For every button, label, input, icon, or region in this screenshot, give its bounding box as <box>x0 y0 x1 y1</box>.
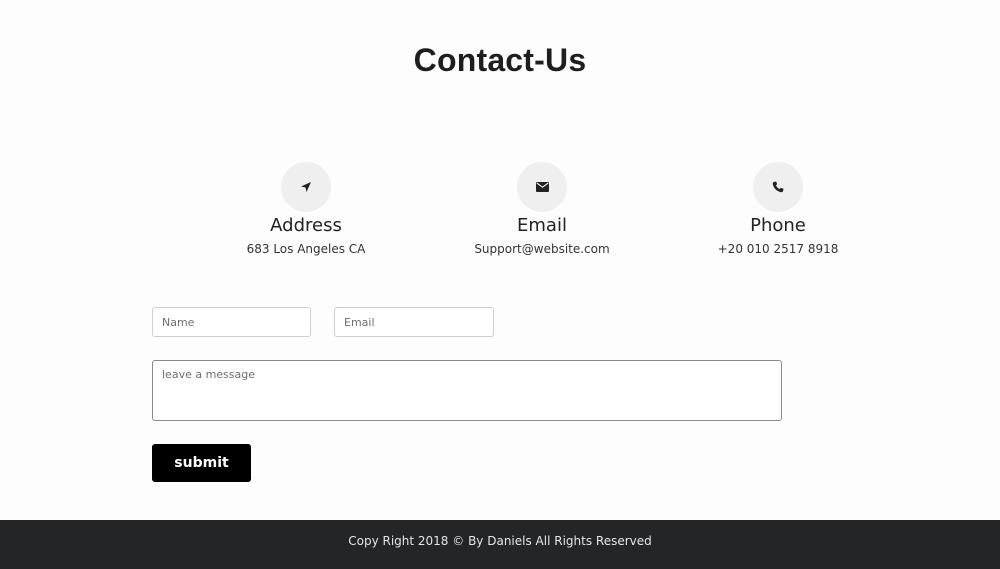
envelope-icon <box>517 162 567 212</box>
contact-page: Contact-Us Address 683 Los Angeles CA Em… <box>0 0 1000 569</box>
page-title: Contact-Us <box>413 42 587 78</box>
address-info: Address 683 Los Angeles CA <box>206 162 406 257</box>
phone-heading: Phone <box>750 215 806 236</box>
location-arrow-icon <box>281 162 331 212</box>
phone-info: Phone +20 010 2517 8918 <box>678 162 878 257</box>
phone-icon <box>753 162 803 212</box>
footer: Copy Right 2018 © By Daniels All Rights … <box>0 520 1000 569</box>
email-input[interactable] <box>334 307 494 337</box>
footer-copyright: Copy Right 2018 © By Daniels All Rights … <box>348 534 652 548</box>
message-textarea[interactable] <box>152 360 782 421</box>
address-heading: Address <box>270 215 342 236</box>
email-text: Support@website.com <box>474 242 610 256</box>
submit-button[interactable]: submit <box>152 444 251 482</box>
name-input[interactable] <box>152 307 311 337</box>
email-heading: Email <box>517 215 567 236</box>
email-info: Email Support@website.com <box>442 162 642 257</box>
address-text: 683 Los Angeles CA <box>246 242 366 256</box>
phone-text: +20 010 2517 8918 <box>717 242 839 256</box>
